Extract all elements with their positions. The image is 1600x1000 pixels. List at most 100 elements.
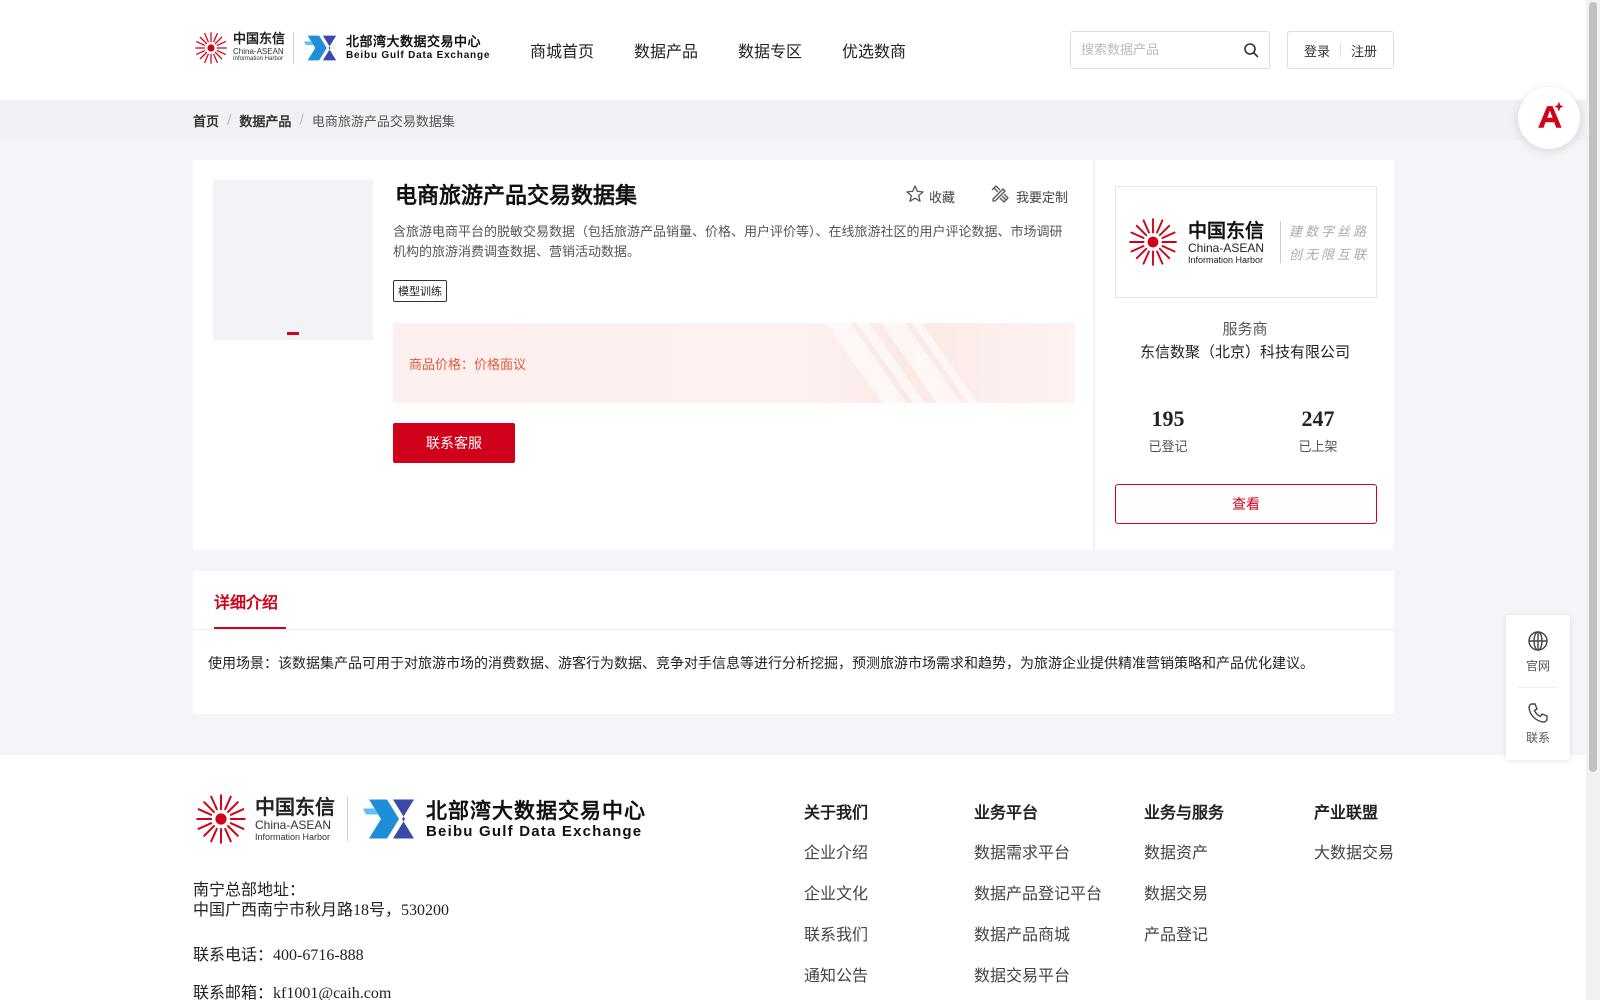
search-input[interactable] (1071, 42, 1231, 58)
beibu-gulf-text: 北部湾大数据交易中心 Beibu Gulf Data Exchange (346, 35, 490, 62)
footer-exchange-en: Beibu Gulf Data Exchange (426, 822, 643, 840)
address-value: 中国广西南宁市秋月路18号，530200 (193, 902, 450, 919)
footer-col-platform: 业务平台 数据需求平台 数据产品登记平台 数据产品商城 数据交易平台 (974, 799, 1102, 1000)
footer-email: 联系邮箱：kf1001@caih.com (193, 985, 392, 1000)
footer-link[interactable]: 数据交易平台 (974, 962, 1102, 986)
globe-icon (1528, 631, 1548, 651)
product-tag: 模型训练 (393, 280, 447, 302)
customize-button[interactable]: 我要定制 (990, 184, 1068, 208)
vendor-logo[interactable]: 中国东信 China-ASEAN Information Harbor 建数字丝… (1115, 186, 1377, 298)
footer-link[interactable]: 数据交易 (1144, 880, 1224, 904)
phone-icon (1528, 703, 1548, 723)
vendor-logo-en-sub: Information Harbor (1188, 254, 1264, 265)
site-logo[interactable]: 中国东信 China-ASEAN Information Harbor 北部湾大… (193, 30, 490, 66)
breadcrumb-current: 电商旅游产品交易数据集 (311, 115, 455, 130)
logo-en-sub-text: Information Harbor (233, 56, 284, 62)
product-description: 含旅游电商平台的脱敏交易数据（包括旅游产品销量、价格、用户评价等）、在线旅游社区… (393, 225, 1063, 260)
tab-detail[interactable]: 详细介绍 (214, 589, 278, 613)
footer-col-title: 产业联盟 (1314, 803, 1379, 822)
ai-assistant-icon (1531, 98, 1567, 138)
footer-logo-cn: 中国东信 (255, 795, 335, 819)
ai-assistant-button[interactable] (1518, 87, 1580, 149)
breadcrumb-category[interactable]: 数据产品 (239, 111, 291, 130)
breadcrumb-separator: / (299, 113, 304, 128)
breadcrumb: 首页 / 数据产品 / 电商旅游产品交易数据集 (193, 111, 455, 130)
footer-logo-en: China-ASEAN (255, 818, 332, 832)
price-box: 商品价格：价格面议 (393, 323, 1075, 403)
favorite-button[interactable]: 收藏 (905, 184, 955, 208)
vendor-card: 中国东信 China-ASEAN Information Harbor 建数字丝… (1094, 160, 1394, 550)
side-divider (1518, 687, 1558, 688)
footer-link[interactable]: 数据资产 (1144, 839, 1224, 863)
stat-registered: 195 已登记 (1118, 406, 1218, 455)
main-nav: 商城首页 数据产品 数据专区 优选数商 (530, 38, 906, 62)
footer-logo[interactable]: 中国东信 China-ASEAN Information Harbor 北部湾大… (193, 791, 646, 847)
header: 中国东信 China-ASEAN Information Harbor 北部湾大… (0, 0, 1586, 100)
footer-exchange-text: 北部湾大数据交易中心 Beibu Gulf Data Exchange (426, 799, 646, 840)
china-asean-burst-icon (193, 791, 249, 847)
stat-label: 已登记 (1148, 440, 1188, 455)
footer-link[interactable]: 数据产品登记平台 (974, 880, 1102, 904)
exchange-en-text: Beibu Gulf Data Exchange (346, 49, 491, 61)
footer-col-alliance: 产业联盟 大数据交易 (1314, 799, 1394, 880)
detail-text: 使用场景：该数据集产品可用于对旅游市场的消费数据、游客行为数据、竞争对手信息等进… (208, 656, 1314, 672)
breadcrumb-home[interactable]: 首页 (193, 111, 219, 130)
logo-text: 中国东信 China-ASEAN Information Harbor (233, 33, 285, 63)
side-panel: 官网 联系 (1506, 615, 1570, 760)
beibu-gulf-logo-icon (302, 33, 340, 63)
detail-card: 详细介绍 使用场景：该数据集产品可用于对旅游市场的消费数据、游客行为数据、竞争对… (193, 571, 1394, 714)
china-asean-burst-icon (193, 30, 229, 66)
nav-item-data-products[interactable]: 数据产品 (634, 38, 698, 62)
side-item-website[interactable]: 官网 (1506, 629, 1570, 674)
star-icon (905, 184, 925, 208)
breadcrumb-separator: / (227, 113, 232, 128)
footer-link[interactable]: 产品登记 (1144, 921, 1224, 945)
stat-value: 195 (1151, 406, 1185, 431)
footer-link[interactable]: 联系我们 (804, 921, 868, 945)
price-value: 价格面议 (474, 358, 527, 373)
stat-value: 247 (1301, 406, 1335, 431)
contact-support-button[interactable]: 联系客服 (393, 423, 515, 463)
nav-item-data-zone[interactable]: 数据专区 (738, 38, 802, 62)
search-box (1070, 31, 1270, 69)
scrollbar-thumb[interactable] (1589, 2, 1597, 772)
address-label: 南宁总部地址： (193, 882, 306, 899)
footer-col-title: 关于我们 (804, 803, 869, 822)
logo-en-text: China-ASEAN (233, 47, 284, 56)
auth-box: 登录 注册 (1287, 31, 1394, 69)
price-text: 商品价格：价格面议 (409, 354, 526, 373)
register-link[interactable]: 注册 (1351, 41, 1377, 60)
footer-phone: 联系电话：400-6716-888 (193, 947, 364, 964)
carousel-indicator[interactable] (287, 332, 299, 335)
search-icon[interactable] (1243, 42, 1259, 58)
footer-col-title: 业务与服务 (1144, 803, 1225, 822)
tab-divider (193, 629, 1394, 630)
china-asean-burst-icon (1126, 215, 1180, 269)
side-item-contact[interactable]: 联系 (1506, 701, 1570, 746)
favorite-label: 收藏 (929, 190, 956, 206)
side-item-label: 联系 (1525, 731, 1550, 745)
pencil-ruler-icon (990, 184, 1010, 208)
footer-link[interactable]: 数据需求平台 (974, 839, 1102, 863)
product-title: 电商旅游产品交易数据集 (395, 184, 638, 209)
footer-link[interactable]: 数据产品商城 (974, 921, 1102, 945)
page-scrollbar[interactable] (1586, 0, 1600, 1000)
nav-item-preferred-vendors[interactable]: 优选数商 (842, 38, 906, 62)
footer-link[interactable]: 通知公告 (804, 962, 868, 986)
view-vendor-button[interactable]: 查看 (1115, 484, 1377, 524)
footer-link[interactable]: 大数据交易 (1314, 839, 1394, 863)
footer-exchange-cn: 北部湾大数据交易中心 (426, 798, 646, 823)
side-item-label: 官网 (1525, 659, 1550, 673)
stat-label: 已上架 (1298, 440, 1338, 455)
footer-logo-text: 中国东信 China-ASEAN Information Harbor (255, 795, 335, 843)
nav-item-mall-home[interactable]: 商城首页 (530, 38, 594, 62)
login-link[interactable]: 登录 (1304, 41, 1330, 60)
footer-link[interactable]: 企业文化 (804, 880, 868, 904)
logo-divider (293, 33, 295, 63)
vendor-logo-text: 中国东信 China-ASEAN Information Harbor (1188, 220, 1264, 265)
vendor-name: 东信数聚（北京）科技有限公司 (1139, 343, 1350, 361)
product-thumbnail[interactable] (213, 180, 373, 340)
footer-col-title: 业务平台 (974, 803, 1039, 822)
footer-link[interactable]: 企业介绍 (804, 839, 868, 863)
vendor-logo-en: China-ASEAN (1188, 240, 1265, 255)
